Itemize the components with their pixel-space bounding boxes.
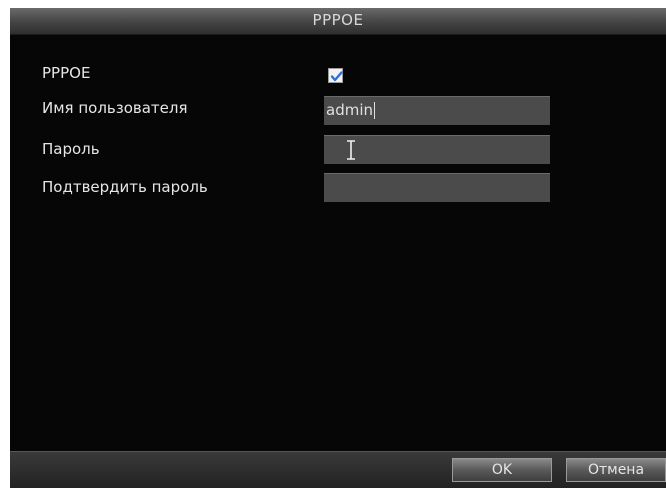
checkmark-icon [330,71,343,82]
pppoe-checkbox[interactable] [328,68,343,83]
username-value: admin [326,101,373,119]
password-field[interactable] [324,135,550,164]
title-bar: PPPOE [10,8,666,35]
confirm-password-label: Подтвердить пароль [42,178,208,196]
button-bar: OK Отмена [10,451,666,488]
confirm-password-field[interactable] [324,173,550,202]
text-caret [374,102,375,119]
ok-button[interactable]: OK [452,458,552,482]
pppoe-label: PPPOE [42,64,91,82]
username-label: Имя пользователя [42,99,188,117]
username-field[interactable]: admin [324,96,550,125]
text-cursor-icon [347,140,355,160]
pppoe-dialog: PPPOE PPPOE Имя пользователя admin Парол… [10,8,666,488]
dialog-title: PPPOE [312,11,364,29]
cancel-button[interactable]: Отмена [566,458,666,482]
password-label: Пароль [42,140,100,158]
